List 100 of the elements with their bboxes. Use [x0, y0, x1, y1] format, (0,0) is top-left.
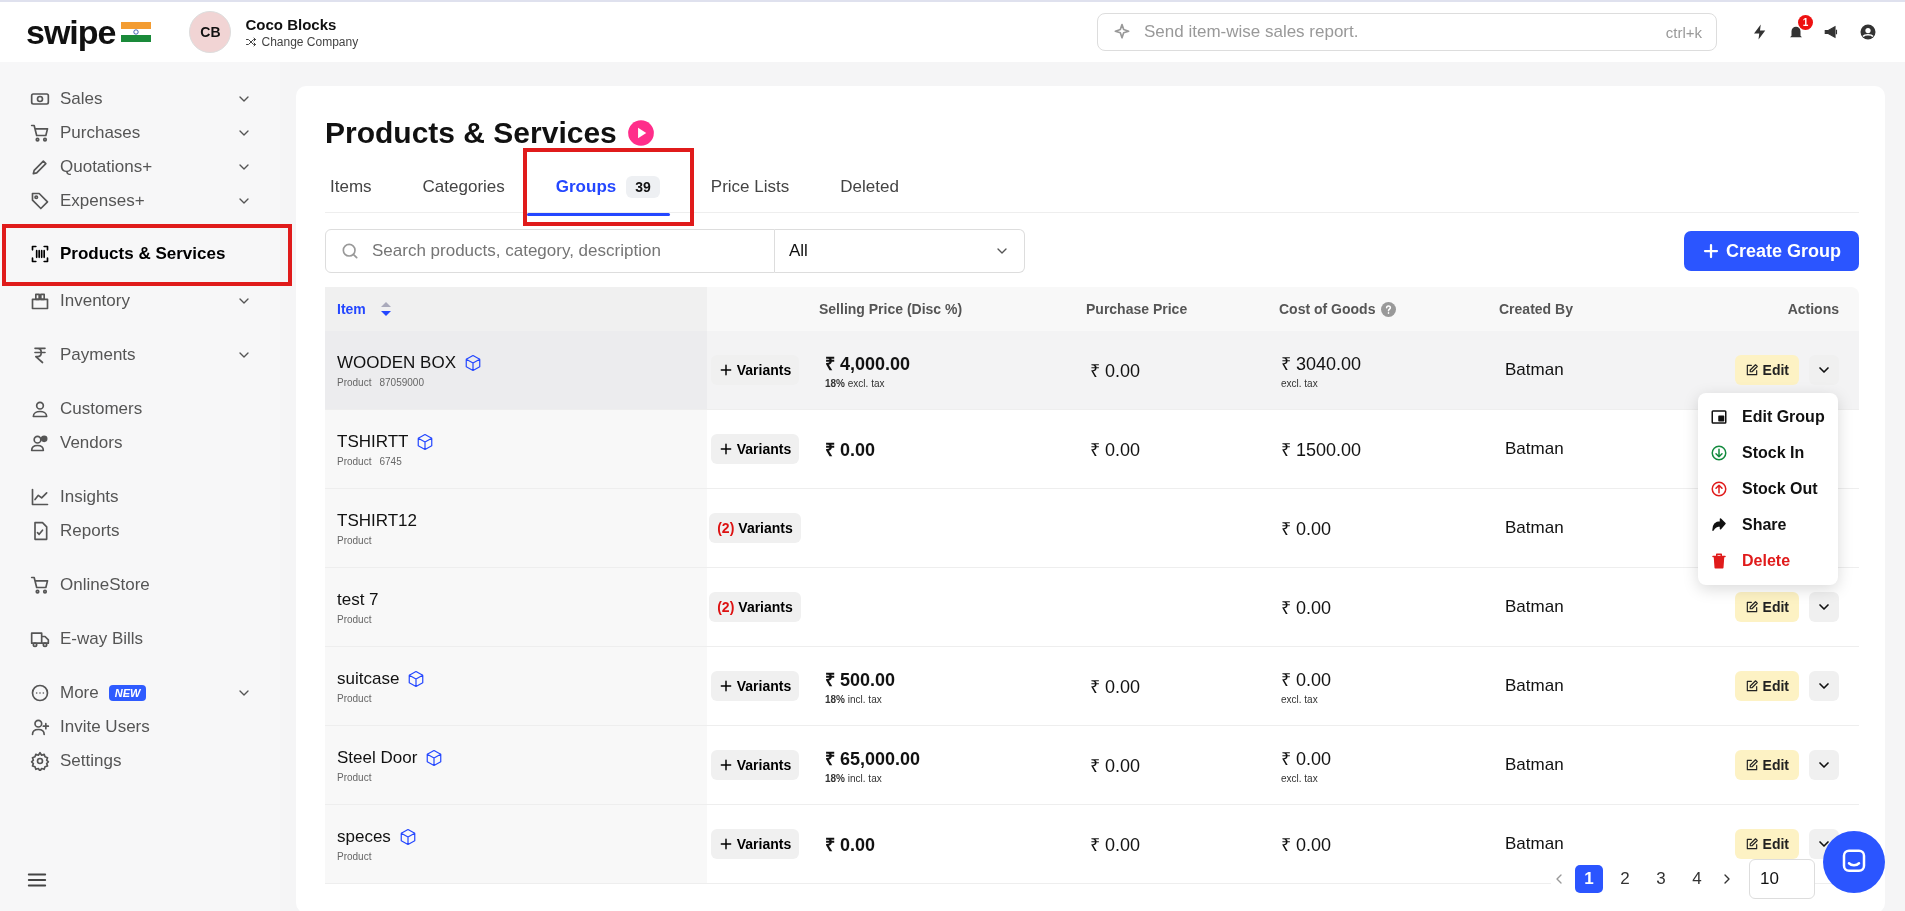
column-header: Created By	[1499, 301, 1573, 317]
sparkle-icon	[1112, 22, 1132, 42]
sidebar-item[interactable]: Reports	[16, 514, 280, 548]
purchase-price: ₹ 0.00	[1089, 677, 1141, 697]
selling-price: ₹ 0.00	[825, 439, 877, 461]
play-icon[interactable]	[626, 119, 655, 147]
sidebar-item[interactable]: Settings	[16, 744, 280, 778]
menu-item[interactable]: Stock In	[1698, 435, 1838, 471]
variants-button[interactable]: Variants	[710, 434, 800, 464]
edit-button[interactable]: Edit	[1734, 750, 1799, 780]
page-button[interactable]: 1	[1575, 865, 1603, 893]
sort-icon[interactable]	[379, 301, 392, 317]
ai-search-input[interactable]: Send item-wise sales report.	[1142, 21, 1656, 43]
help-icon[interactable]	[1381, 301, 1397, 317]
item-type: Product	[337, 455, 372, 467]
menu-item[interactable]: Stock Out	[1698, 471, 1838, 507]
page-title: Products & Services	[325, 116, 617, 150]
tax-note: 18% excl. tax	[825, 378, 886, 389]
notification-count: 1	[1798, 15, 1813, 30]
sidebar-item[interactable]: Customers	[16, 392, 280, 426]
item-name[interactable]: test 7	[337, 589, 379, 610]
sidebar-item[interactable]: Quotations+	[16, 150, 280, 184]
sidebar-item[interactable]: Invite Users	[16, 710, 280, 744]
column-header: Cost of Goods	[1279, 301, 1376, 317]
shuffle-icon	[245, 35, 258, 48]
item-name[interactable]: speces	[337, 826, 391, 847]
page-button[interactable]: 4	[1683, 865, 1711, 893]
item-type: Product	[337, 771, 372, 783]
tab[interactable]: Price Lists	[705, 162, 816, 212]
page-button[interactable]: 3	[1647, 865, 1675, 893]
sidebar-item[interactable]: E-way Bills	[16, 622, 280, 656]
more-icon	[30, 683, 50, 703]
flag-icon	[121, 22, 152, 42]
edit-button[interactable]: Edit	[1734, 592, 1799, 622]
sidebar-item[interactable]: Expenses+	[16, 184, 280, 218]
variants-button[interactable]: (2) Variants	[709, 513, 801, 543]
sidebar-item[interactable]: Products & Services	[2, 224, 292, 286]
logo[interactable]: swipe	[26, 15, 116, 49]
cost-of-goods: ₹ 0.00	[1281, 834, 1333, 856]
create-group-button[interactable]: Create Group	[1683, 231, 1859, 271]
sidebar-item[interactable]: More NEW	[16, 676, 280, 710]
change-company-link[interactable]: Change Company	[245, 34, 359, 49]
created-by: Batman	[1504, 518, 1565, 538]
account-icon[interactable]	[1859, 23, 1877, 41]
cube-icon	[425, 748, 444, 767]
search-field[interactable]: Search products, category, description	[325, 229, 775, 273]
more-actions-button[interactable]	[1809, 750, 1839, 780]
menu-item[interactable]: Delete	[1698, 543, 1838, 579]
created-by: Batman	[1504, 676, 1565, 696]
edit-icon	[1744, 758, 1759, 772]
plus-icon	[718, 363, 733, 377]
edit-button[interactable]: Edit	[1734, 671, 1799, 701]
item-name[interactable]: TSHIRTT	[337, 431, 409, 452]
sidebar-item[interactable]: OnlineStore	[16, 568, 280, 602]
sidebar-item[interactable]: Inventory	[16, 284, 280, 318]
purchase-price: ₹ 0.00	[1089, 361, 1141, 381]
item-name[interactable]: WOODEN BOX	[337, 352, 456, 373]
more-actions-button[interactable]	[1809, 355, 1839, 385]
item-name[interactable]: TSHIRT12	[337, 510, 417, 531]
sidebar-item[interactable]: Insights	[16, 480, 280, 514]
search-icon	[340, 241, 360, 261]
created-by: Batman	[1504, 755, 1565, 775]
variants-button[interactable]: Variants	[710, 829, 800, 859]
item-type: Product	[337, 534, 372, 546]
more-actions-button[interactable]	[1809, 671, 1839, 701]
sidebar-item[interactable]: Purchases	[16, 116, 280, 150]
filter-dropdown[interactable]: All	[775, 229, 1025, 273]
company-name: Coco Blocks	[245, 15, 338, 33]
trash-icon	[1710, 552, 1728, 570]
cube-icon	[464, 353, 482, 372]
selling-price: ₹ 65,000.00	[825, 748, 922, 770]
variants-button[interactable]: Variants	[710, 671, 800, 701]
plus-icon	[718, 442, 733, 456]
variants-button[interactable]: (2) Variants	[709, 592, 801, 622]
tax-note: 18% incl. tax	[825, 694, 883, 705]
column-header[interactable]: Item	[337, 301, 366, 317]
search-input[interactable]: Search products, category, description	[370, 240, 760, 262]
edit-button[interactable]: Edit	[1734, 829, 1799, 859]
company-avatar[interactable]: CB	[189, 11, 232, 53]
tab[interactable]: Deleted	[835, 162, 925, 212]
variants-button[interactable]: Variants	[710, 750, 800, 780]
item-name[interactable]: suitcase	[337, 668, 400, 689]
sidebar-item[interactable]: Sales	[16, 82, 280, 116]
edit-button[interactable]: Edit	[1734, 355, 1799, 385]
plus-icon	[718, 758, 733, 772]
menu-item[interactable]: Share	[1698, 507, 1838, 543]
page-size-select[interactable]: 10	[1749, 859, 1815, 899]
item-name[interactable]: Steel Door	[337, 747, 418, 768]
tab[interactable]: Items	[325, 162, 398, 212]
purchase-price: ₹ 0.00	[1089, 440, 1141, 460]
more-actions-button[interactable]	[1809, 592, 1839, 622]
sidebar-item[interactable]: Vendors	[16, 426, 280, 460]
menu-item[interactable]: Edit Group	[1698, 399, 1838, 435]
line-chart-icon	[30, 487, 50, 507]
page-button[interactable]: 2	[1611, 865, 1639, 893]
variants-button[interactable]: Variants	[710, 355, 800, 385]
plus-icon	[718, 679, 733, 693]
tab[interactable]: Groups 39	[522, 148, 694, 226]
selling-price: ₹ 500.00	[825, 669, 897, 691]
sidebar-item[interactable]: Payments	[16, 338, 280, 372]
